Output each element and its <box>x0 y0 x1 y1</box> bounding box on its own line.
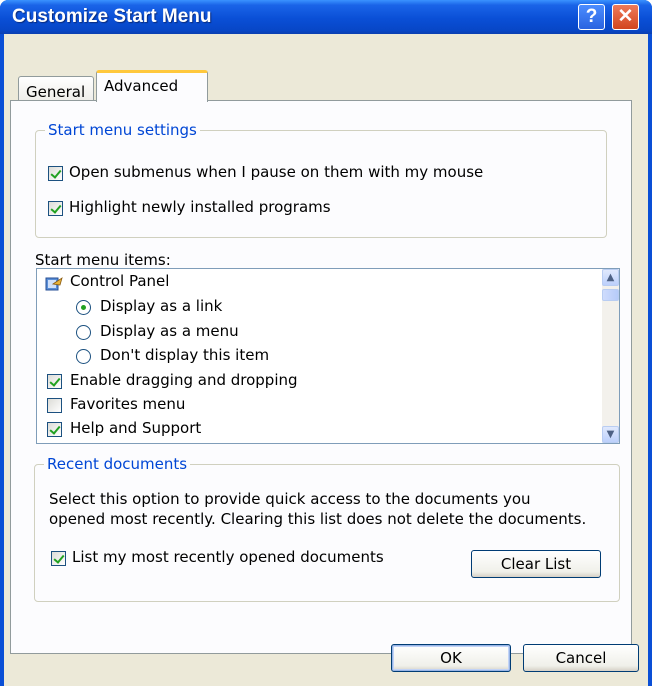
highlight-programs-label[interactable]: Highlight newly installed programs <box>69 198 331 216</box>
help-button[interactable]: ? <box>578 4 605 30</box>
scroll-down-button[interactable]: ▼ <box>602 426 619 443</box>
display-as-link-label[interactable]: Display as a link <box>100 297 222 315</box>
ok-button[interactable]: OK <box>391 644 511 672</box>
dont-display-label[interactable]: Don't display this item <box>100 346 269 364</box>
open-submenus-checkbox[interactable] <box>48 166 63 181</box>
start-menu-settings-group: Start menu settings Open submenus when I… <box>35 121 607 238</box>
dont-display-radio[interactable] <box>76 349 91 364</box>
customize-start-menu-dialog: Customize Start Menu ? ✕ General Advance… <box>0 0 652 686</box>
cancel-button[interactable]: Cancel <box>523 644 639 672</box>
recent-documents-group: Recent documents Select this option to p… <box>34 455 620 602</box>
list-scrollbar[interactable]: ▲ ▼ <box>602 269 619 443</box>
favorites-menu-checkbox[interactable] <box>47 398 62 413</box>
recent-documents-description-line1: Select this option to provide quick acce… <box>49 490 531 508</box>
display-as-link-radio[interactable] <box>76 300 91 315</box>
help-support-checkbox[interactable] <box>47 422 62 437</box>
title-bar[interactable]: Customize Start Menu ? ✕ <box>0 0 652 34</box>
dialog-body: General Advanced Start menu settings Ope… <box>4 34 648 686</box>
recent-documents-legend: Recent documents <box>44 455 191 473</box>
highlight-programs-checkbox[interactable] <box>48 201 63 216</box>
scroll-up-button[interactable]: ▲ <box>602 269 619 286</box>
start-menu-settings-legend: Start menu settings <box>45 121 200 139</box>
close-button[interactable]: ✕ <box>612 4 639 30</box>
display-as-menu-radio[interactable] <box>76 325 91 340</box>
list-recent-documents-label[interactable]: List my most recently opened documents <box>72 548 384 566</box>
clear-list-button[interactable]: Clear List <box>471 550 601 578</box>
window-title: Customize Start Menu <box>12 6 212 27</box>
enable-dragging-label[interactable]: Enable dragging and dropping <box>70 371 298 389</box>
display-as-menu-label[interactable]: Display as a menu <box>100 322 239 340</box>
enable-dragging-checkbox[interactable] <box>47 374 62 389</box>
list-recent-documents-checkbox[interactable] <box>51 551 66 566</box>
favorites-menu-label[interactable]: Favorites menu <box>70 395 185 413</box>
scroll-thumb[interactable] <box>602 289 619 301</box>
open-submenus-label[interactable]: Open submenus when I pause on them with … <box>69 163 483 181</box>
list-item-control-panel[interactable]: Control Panel <box>70 272 169 290</box>
start-menu-items-list[interactable]: Control Panel Display as a link Display … <box>36 268 620 444</box>
help-support-label[interactable]: Help and Support <box>70 419 201 437</box>
tab-advanced[interactable]: Advanced <box>96 70 208 102</box>
recent-documents-description-line2: opened most recently. Clearing this list… <box>49 510 587 528</box>
start-menu-items-label: Start menu items: <box>35 251 171 269</box>
control-panel-icon <box>45 277 63 291</box>
